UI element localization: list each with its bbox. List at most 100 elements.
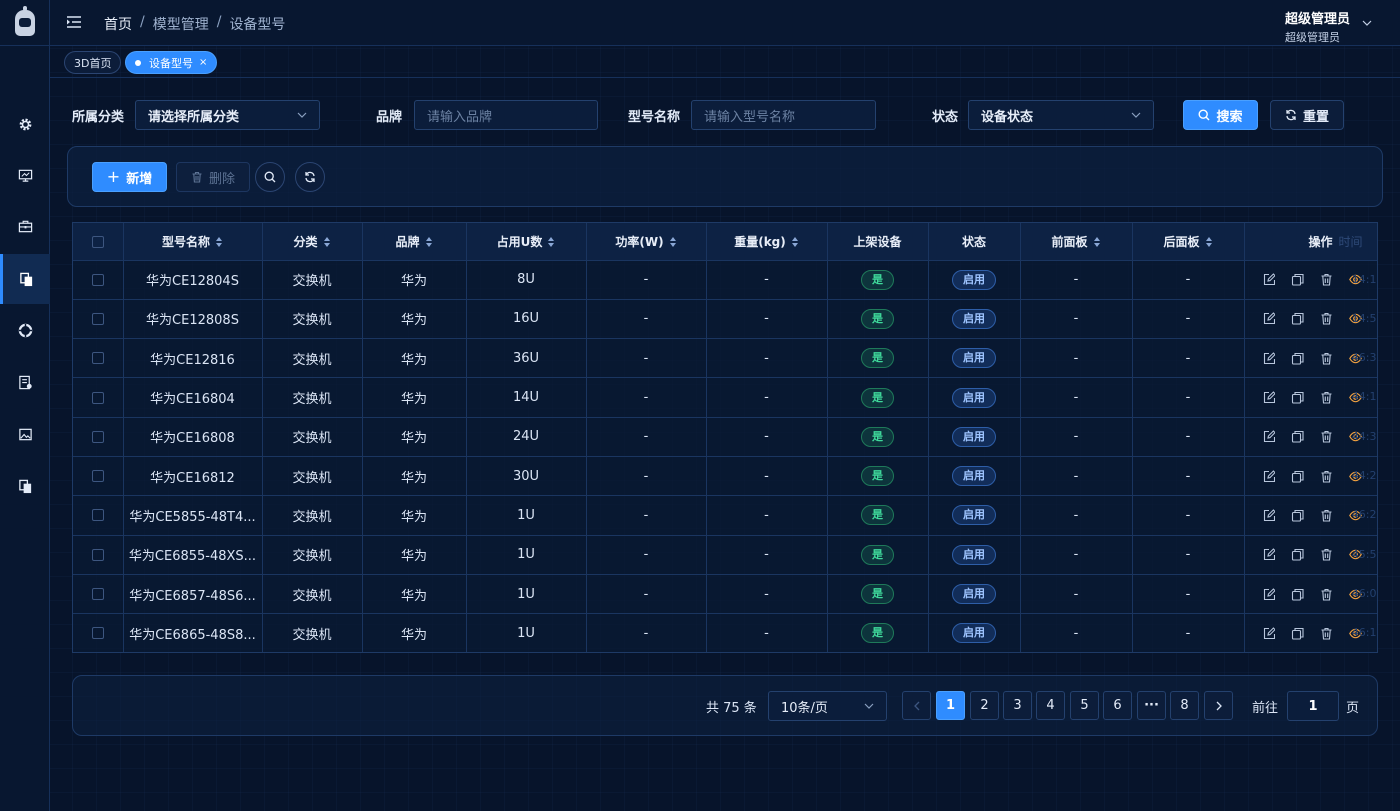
copy-icon[interactable] [1291, 352, 1304, 365]
edit-icon[interactable] [1262, 351, 1275, 365]
copy-icon[interactable] [1291, 548, 1304, 561]
copy-icon[interactable] [1291, 470, 1304, 483]
refresh-button[interactable] [295, 162, 325, 192]
trash-icon[interactable] [1320, 470, 1333, 483]
tab-device-model[interactable]: 设备型号 × [125, 51, 218, 74]
page-button-4[interactable]: 4 [1036, 691, 1065, 720]
trash-icon[interactable] [1320, 430, 1333, 443]
table-row[interactable]: 华为CE6855-48XS... 交换机 华为 1U - - 是启用 - -45:5 [73, 535, 1377, 575]
tab-3d-home[interactable]: 3D首页 [64, 51, 122, 74]
row-checkbox[interactable] [91, 430, 104, 443]
close-icon[interactable]: × [199, 57, 207, 68]
copy-icon[interactable] [1291, 273, 1304, 286]
page-button-2[interactable]: 2 [970, 691, 999, 720]
copy-icon[interactable] [1291, 627, 1304, 640]
nav-images[interactable] [0, 409, 50, 459]
breadcrumb-model-management[interactable]: 模型管理 [153, 14, 209, 34]
header-u-count[interactable]: 占用U数 [466, 223, 587, 261]
brand-input[interactable]: 请输入品牌 [414, 100, 598, 130]
user-menu[interactable]: 超级管理员 超级管理员 [1285, 8, 1350, 45]
row-checkbox[interactable] [91, 588, 104, 601]
table-row[interactable]: 华为CE6865-48S8... 交换机 华为 1U - - 是启用 - -46:1 [73, 613, 1377, 652]
row-checkbox[interactable] [91, 548, 104, 561]
copy-icon[interactable] [1291, 391, 1304, 404]
edit-icon[interactable] [1262, 587, 1275, 601]
category-select[interactable]: 请选择所属分类 [135, 100, 320, 130]
table-row[interactable]: 华为CE16808 交换机 华为 24U - - 是启用 - -44:3 [73, 417, 1377, 457]
menu-fold-icon[interactable] [66, 14, 82, 30]
header-brand[interactable]: 品牌 [362, 223, 467, 261]
edit-icon[interactable] [1262, 391, 1275, 404]
table-row[interactable]: 华为CE16812 交换机 华为 30U - - 是启用 - -44:2 [73, 456, 1377, 497]
next-page-button[interactable] [1204, 691, 1233, 720]
copy-icon[interactable] [1291, 509, 1304, 522]
row-checkbox[interactable] [91, 509, 104, 522]
sort-icon[interactable] [1093, 237, 1101, 248]
trash-icon[interactable] [1320, 548, 1333, 561]
edit-icon[interactable] [1262, 509, 1275, 522]
row-checkbox[interactable] [91, 470, 104, 483]
edit-icon[interactable] [1262, 469, 1275, 483]
sort-icon[interactable] [425, 237, 433, 248]
nav-copy[interactable] [0, 461, 50, 511]
sort-icon[interactable] [669, 237, 677, 248]
nav-toolbox[interactable] [0, 201, 50, 251]
nav-support[interactable] [0, 305, 50, 355]
copy-icon[interactable] [1291, 588, 1304, 601]
nav-documents[interactable] [0, 357, 50, 407]
trash-icon[interactable] [1320, 627, 1333, 640]
header-model-name[interactable]: 型号名称 [123, 223, 263, 261]
sort-icon[interactable] [216, 237, 223, 248]
sort-icon[interactable] [1205, 237, 1213, 248]
row-checkbox[interactable] [91, 312, 104, 325]
reset-button[interactable]: 重置 [1270, 100, 1344, 130]
edit-icon[interactable] [1262, 430, 1275, 443]
header-rear-panel[interactable]: 后面板 [1132, 223, 1245, 261]
trash-icon[interactable] [1320, 273, 1333, 286]
page-button-3[interactable]: 3 [1003, 691, 1032, 720]
page-size-select[interactable]: 10条/页 [768, 691, 887, 721]
prev-page-button[interactable] [902, 691, 931, 720]
edit-icon[interactable] [1262, 312, 1275, 325]
edit-icon[interactable] [1262, 548, 1275, 561]
header-front-panel[interactable]: 前面板 [1020, 223, 1133, 261]
row-checkbox[interactable] [91, 627, 104, 640]
search-button[interactable]: 搜索 [1183, 100, 1258, 130]
row-checkbox[interactable] [91, 352, 104, 365]
table-row[interactable]: 华为CE6857-48S6... 交换机 华为 1U - - 是启用 - -46:0 [73, 574, 1377, 615]
edit-icon[interactable] [1262, 627, 1275, 640]
header-category[interactable]: 分类 [262, 223, 363, 261]
table-row[interactable]: 华为CE5855-48T4... 交换机 华为 1U - - 是启用 - -46:2 [73, 495, 1377, 536]
edit-icon[interactable] [1262, 273, 1275, 286]
trash-icon[interactable] [1320, 391, 1333, 404]
header-power[interactable]: 功率(W) [586, 223, 707, 261]
page-button-1[interactable]: 1 [936, 691, 965, 720]
table-row[interactable]: 华为CE12808S 交换机 华为 16U - - 是启用 - -14:5 [73, 299, 1377, 340]
page-button-6[interactable]: 6 [1103, 691, 1132, 720]
select-all-checkbox[interactable] [91, 235, 104, 248]
table-row[interactable]: 华为CE12804S 交换机 华为 8U - - 是启用 - -14:1 [73, 260, 1377, 300]
table-row[interactable]: 华为CE16804 交换机 华为 14U - - 是启用 - -44:1 [73, 377, 1377, 418]
copy-icon[interactable] [1291, 312, 1304, 325]
page-button-8[interactable]: 8 [1170, 691, 1199, 720]
sort-icon[interactable] [791, 237, 799, 248]
toggle-search-button[interactable] [255, 162, 285, 192]
nav-monitor[interactable] [0, 150, 50, 200]
goto-page-input[interactable] [1287, 691, 1339, 721]
trash-icon[interactable] [1320, 352, 1333, 365]
sort-icon[interactable] [548, 237, 555, 248]
page-button-5[interactable]: 5 [1070, 691, 1099, 720]
breadcrumb-home[interactable]: 首页 [104, 14, 132, 34]
table-row[interactable]: 华为CE12816 交换机 华为 36U - - 是启用 - -46:3 [73, 338, 1377, 379]
nav-device-models[interactable] [0, 254, 50, 304]
delete-button[interactable]: 删除 [176, 162, 250, 192]
add-button[interactable]: + 新增 [92, 162, 167, 192]
model-name-input[interactable]: 请输入型号名称 [691, 100, 876, 130]
row-checkbox[interactable] [91, 391, 104, 404]
copy-icon[interactable] [1291, 430, 1304, 443]
sort-icon[interactable] [323, 237, 331, 248]
row-checkbox[interactable] [91, 273, 104, 286]
trash-icon[interactable] [1320, 312, 1333, 325]
header-weight[interactable]: 重量(kg) [706, 223, 828, 261]
status-select[interactable]: 设备状态 [968, 100, 1154, 130]
